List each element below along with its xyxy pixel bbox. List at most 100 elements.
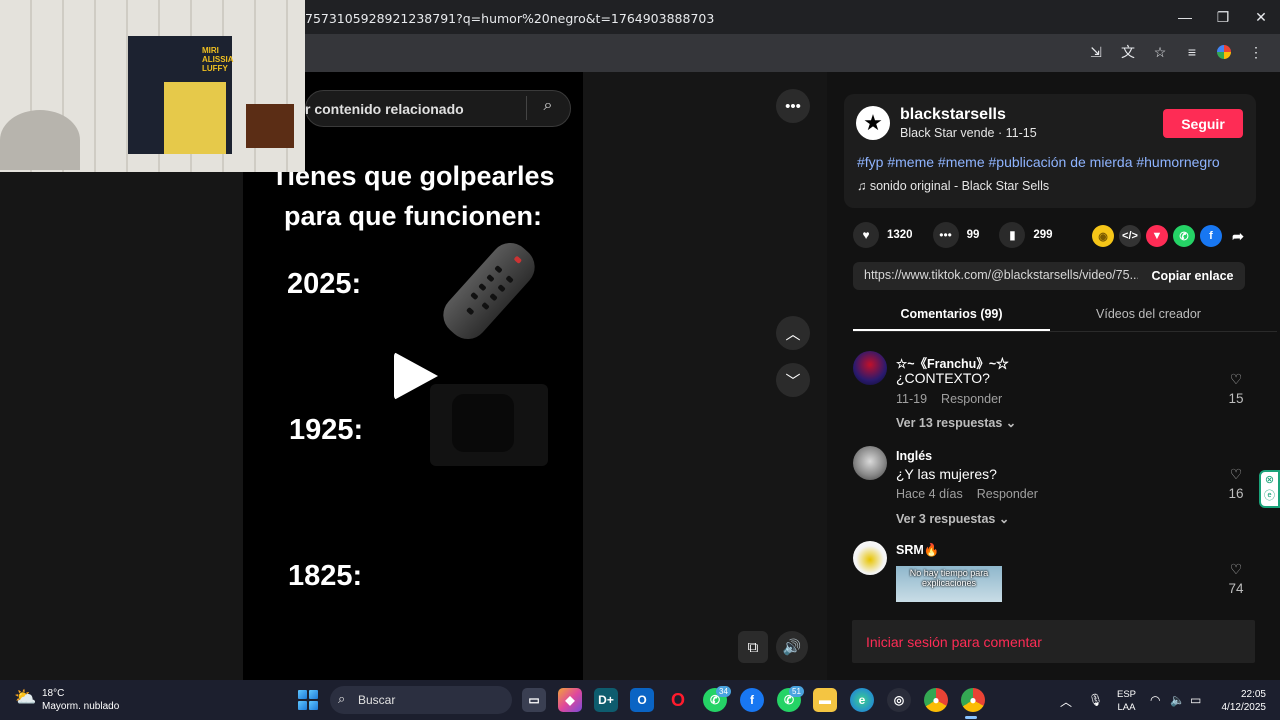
- chrome-icon[interactable]: ●: [924, 688, 948, 712]
- comment-text: ¿CONTEXTO?: [896, 370, 990, 386]
- comment-like-heart-icon[interactable]: ♡: [1225, 371, 1247, 388]
- comment-like-count: 15: [1228, 391, 1244, 406]
- start-button-windows-icon[interactable]: [298, 690, 318, 710]
- profile-avatar-icon[interactable]: [1214, 42, 1234, 62]
- minimize-button[interactable]: —: [1166, 0, 1204, 34]
- disney-plus-icon[interactable]: D+: [594, 688, 618, 712]
- music-note-icon: ♫: [857, 179, 870, 193]
- outlook-icon[interactable]: O: [630, 688, 654, 712]
- browser-menu-icon[interactable]: ⋮: [1246, 42, 1266, 62]
- more-options-button[interactable]: •••: [776, 89, 810, 123]
- file-explorer-icon[interactable]: ▬: [813, 688, 837, 712]
- media-controls-icon[interactable]: ≡: [1182, 42, 1202, 62]
- webcam-overlay: MIRI ALISSIA LUFFY: [0, 0, 305, 172]
- login-to-comment-link[interactable]: Iniciar sesión para comentar: [866, 634, 1042, 650]
- url-field[interactable]: 7573105928921238791?q=humor%20negro&t=17…: [305, 11, 714, 26]
- bookmark-star-icon[interactable]: ☆: [1150, 42, 1170, 62]
- creator-subtitle: Black Star vende · 11-15: [900, 126, 1037, 140]
- comment-icon[interactable]: •••: [932, 222, 959, 248]
- extension-side-widget[interactable]: ⊗ ⓔ: [1259, 470, 1280, 508]
- related-search-text: r contenido relacionado: [305, 101, 464, 117]
- volume-button[interactable]: 🔊: [776, 631, 808, 663]
- clock-date: 4/12/2025: [1221, 702, 1267, 713]
- next-video-button[interactable]: ﹀: [776, 363, 810, 397]
- comment-like-heart-icon[interactable]: ♡: [1225, 466, 1247, 483]
- comment-gif[interactable]: No hay tiempo para explicaciones: [896, 566, 1002, 602]
- creator-username[interactable]: blackstarsells: [900, 106, 1006, 124]
- comment-username[interactable]: SRM🔥: [896, 543, 939, 558]
- search-icon[interactable]: ⌕: [536, 97, 560, 119]
- taskbar-search-label: Buscar: [358, 693, 396, 707]
- active-tab-indicator: [853, 329, 1050, 331]
- save-count: 299: [1033, 229, 1053, 241]
- chrome-profile-icon[interactable]: ◎: [887, 688, 911, 712]
- previous-video-button[interactable]: ︿: [776, 316, 810, 350]
- facebook-taskbar-icon[interactable]: f: [740, 688, 764, 712]
- sound-link[interactable]: ♫ sonido original - Black Star Sells: [857, 179, 1049, 193]
- weather-description[interactable]: Mayorm. nublado: [42, 701, 119, 712]
- tray-overflow-icon[interactable]: ︿: [1060, 693, 1072, 710]
- keyboard-layout: LAA: [1117, 702, 1136, 713]
- comment-like-count: 74: [1228, 581, 1244, 596]
- embed-icon[interactable]: </>: [1119, 225, 1141, 247]
- follow-button[interactable]: Seguir: [1163, 109, 1243, 138]
- facebook-icon[interactable]: f: [1200, 225, 1222, 247]
- comment-like-count: 16: [1228, 486, 1244, 501]
- stats-row: ♥ 1320 ••• 99 ▮ 299: [853, 222, 1065, 248]
- task-view-icon[interactable]: ▭: [522, 688, 546, 712]
- language-indicator[interactable]: ESP LAA: [1117, 688, 1136, 714]
- creator-avatar[interactable]: ★: [856, 106, 890, 140]
- sound-label: sonido original - Black Star Sells: [869, 179, 1050, 193]
- year-label: 1825:: [288, 560, 363, 592]
- toolbar-icons: ⇲ 文 ☆ ≡ ⋮: [1086, 42, 1266, 62]
- whatsapp-icon[interactable]: ✆: [1173, 225, 1195, 247]
- tab-comments[interactable]: Comentarios (99): [853, 307, 1050, 321]
- comment-like-heart-icon[interactable]: ♡: [1225, 561, 1247, 578]
- weather-temperature[interactable]: 18°C: [42, 688, 64, 699]
- close-window-button[interactable]: ✕: [1242, 0, 1280, 34]
- bookmark-icon[interactable]: ▮: [999, 222, 1026, 248]
- chrome-active-icon[interactable]: ●: [961, 688, 985, 712]
- opera-icon[interactable]: O: [666, 688, 690, 712]
- language-code: ESP: [1117, 689, 1137, 700]
- reply-button[interactable]: Responder: [977, 487, 1038, 501]
- television-image: [430, 384, 548, 466]
- reply-button[interactable]: Responder: [941, 392, 1002, 406]
- edge-icon[interactable]: e: [850, 688, 874, 712]
- view-replies-button[interactable]: Ver 3 respuestas ⌄: [896, 511, 1009, 526]
- restore-button[interactable]: ❐: [1204, 0, 1242, 34]
- clock[interactable]: 22:05 4/12/2025: [1210, 688, 1267, 714]
- wifi-icon[interactable]: ◠: [1150, 693, 1160, 707]
- picture-in-picture-button[interactable]: ⧉: [738, 631, 768, 663]
- play-icon[interactable]: [394, 352, 438, 400]
- screen: — ❐ ✕ 7573105928921238791?q=humor%20negr…: [0, 0, 1280, 720]
- comment-avatar[interactable]: [853, 351, 887, 385]
- gif-caption: No hay tiempo para explicaciones: [909, 568, 989, 588]
- view-replies-button[interactable]: Ver 13 respuestas ⌄: [896, 415, 1016, 430]
- copy-link-button[interactable]: Copiar enlace: [1140, 262, 1245, 290]
- send-icon[interactable]: ▼: [1146, 225, 1168, 247]
- install-app-icon[interactable]: ⇲: [1086, 42, 1106, 62]
- microphone-icon[interactable]: 🎙: [1088, 693, 1103, 707]
- comment-meta: Hace 4 días Responder: [896, 487, 1038, 501]
- comment-avatar[interactable]: [853, 446, 887, 480]
- like-count: 1320: [887, 229, 913, 241]
- whatsapp-business-badge: 51: [789, 686, 804, 697]
- heart-icon[interactable]: ♥: [853, 222, 879, 248]
- share-arrow-icon[interactable]: ➦: [1227, 225, 1249, 247]
- translate-icon[interactable]: 文: [1118, 42, 1138, 62]
- search-divider: [526, 96, 527, 120]
- comment-username[interactable]: Inglés: [896, 449, 932, 463]
- window-controls: — ❐ ✕: [1166, 0, 1280, 34]
- weather-cloud-icon[interactable]: ⛅: [14, 687, 38, 709]
- hashtags[interactable]: #fyp #meme #meme #publicación de mierda …: [857, 154, 1220, 170]
- tab-creator-videos[interactable]: Vídeos del creador: [1050, 307, 1247, 321]
- comment-count: 99: [966, 229, 980, 241]
- active-app-indicator: [965, 716, 977, 719]
- copilot-icon[interactable]: ◆: [558, 688, 582, 712]
- speaker-icon[interactable]: 🔈: [1170, 693, 1185, 707]
- comment-avatar[interactable]: [853, 541, 887, 575]
- video-link-url[interactable]: https://www.tiktok.com/@blackstarsells/v…: [864, 268, 1138, 282]
- gift-icon[interactable]: ◉: [1092, 225, 1114, 247]
- battery-icon[interactable]: ▭: [1190, 693, 1201, 707]
